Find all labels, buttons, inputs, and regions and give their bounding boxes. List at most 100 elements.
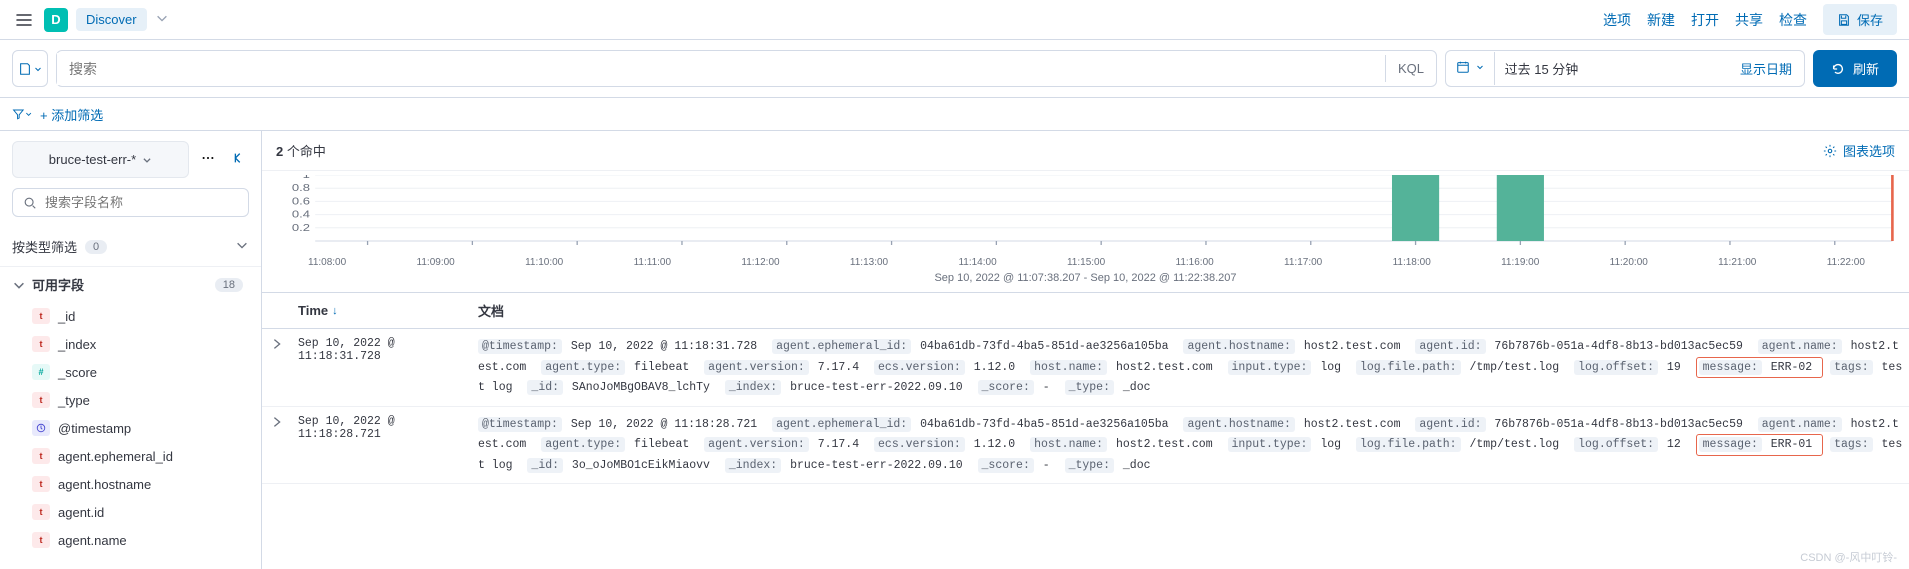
field-item[interactable]: t_index [0, 330, 261, 358]
field-item[interactable]: @timestamp [0, 414, 261, 442]
index-pattern-selector[interactable]: bruce-test-err-* [12, 141, 189, 178]
field-name: agent.ephemeral_id [58, 449, 173, 464]
share-link[interactable]: 共享 [1735, 10, 1763, 30]
histogram[interactable]: 0.20.40.60.81 11:08:0011:09:0011:10:0011… [262, 171, 1909, 292]
open-link[interactable]: 打开 [1691, 10, 1719, 30]
field-value: - [1036, 459, 1057, 472]
document-cell: @timestamp: Sep 10, 2022 @ 11:18:28.721 … [472, 407, 1909, 484]
options-link[interactable]: 选项 [1603, 10, 1631, 30]
field-value: /tmp/test.log [1463, 438, 1560, 451]
field-value: host2.test.com [1109, 361, 1213, 374]
message-highlight: message: ERR-01 [1696, 434, 1824, 456]
field-search-input[interactable] [45, 195, 238, 210]
field-item[interactable]: #_score [0, 358, 261, 386]
refresh-button[interactable]: 刷新 [1813, 50, 1897, 87]
menu-button[interactable] [12, 8, 36, 32]
expand-row-button[interactable] [262, 407, 292, 484]
field-key: _index: [725, 380, 781, 395]
field-name: _id [58, 309, 75, 324]
new-link[interactable]: 新建 [1647, 10, 1675, 30]
field-value: _doc [1116, 459, 1151, 472]
column-time-label: Time [298, 303, 328, 318]
field-key: agent.id: [1415, 417, 1485, 432]
time-cell: Sep 10, 2022 @ 11:18:31.728 [292, 329, 472, 406]
x-tick-label: 11:14:00 [958, 257, 996, 268]
available-fields-header[interactable]: 可用字段 18 [0, 267, 261, 302]
field-value: SAnoJoMBgOBAV8_lchTy [565, 381, 710, 394]
field-value: filebeat [627, 438, 689, 451]
field-type-token: # [32, 364, 50, 380]
field-key: tags: [1830, 437, 1873, 452]
add-filter-link[interactable]: + 添加筛选 [40, 105, 103, 124]
field-item[interactable]: t_type [0, 386, 261, 414]
document-cell: @timestamp: Sep 10, 2022 @ 11:18:31.728 … [472, 329, 1909, 406]
chart-options-button[interactable]: 图表选项 [1823, 141, 1895, 160]
main-layout: bruce-test-err-* 按类型筛选 0 可用字 [0, 131, 1909, 569]
field-key: host.name: [1030, 437, 1107, 452]
field-value: 76b7876b-051a-4df8-8b13-bd013ac5ec59 [1488, 418, 1743, 431]
field-type-token: t [32, 532, 50, 548]
field-key: log.offset: [1574, 360, 1658, 375]
save-button[interactable]: 保存 [1823, 4, 1897, 35]
field-value: ERR-01 [1764, 438, 1812, 451]
x-tick-label: 11:21:00 [1718, 257, 1756, 268]
field-item[interactable]: tagent.ephemeral_id [0, 442, 261, 470]
field-value: log [1313, 361, 1341, 374]
field-value: 7.17.4 [811, 361, 859, 374]
discover-chip[interactable]: Discover [76, 8, 147, 31]
field-value: 04ba61db-73fd-4ba5-851d-ae3256a105ba [913, 340, 1168, 353]
field-item[interactable]: tagent.hostname [0, 470, 261, 498]
type-filter-row[interactable]: 按类型筛选 0 [0, 227, 261, 267]
x-tick-label: 11:10:00 [525, 257, 563, 268]
chevron-down-icon[interactable] [155, 11, 169, 28]
field-value: bruce-test-err-2022.09.10 [783, 381, 962, 394]
expand-row-button[interactable] [262, 329, 292, 406]
results: 2 个命中 图表选项 0.20.40.60.81 11:08:0011:09:0… [262, 131, 1909, 569]
x-tick-label: 11:15:00 [1067, 257, 1105, 268]
date-picker[interactable]: 过去 15 分钟 显示日期 [1445, 50, 1805, 87]
field-value: Sep 10, 2022 @ 11:18:31.728 [564, 340, 757, 353]
field-value: 3o_oJoMBO1cEikMiaovv [565, 459, 710, 472]
field-item[interactable]: tagent.name [0, 526, 261, 554]
field-value: host2.test.com [1297, 418, 1401, 431]
search-input[interactable] [57, 53, 1385, 85]
field-key: agent.id: [1415, 339, 1485, 354]
sidebar-more-button[interactable] [197, 147, 219, 172]
kql-toggle[interactable]: KQL [1385, 55, 1436, 82]
field-value: 7.17.4 [811, 438, 859, 451]
field-name: agent.id [58, 505, 104, 520]
field-value: 76b7876b-051a-4df8-8b13-bd013ac5ec59 [1488, 340, 1743, 353]
svg-text:0.4: 0.4 [292, 209, 311, 220]
field-list: t_idt_index#_scoret_type@timestamptagent… [0, 302, 261, 554]
field-type-token: t [32, 504, 50, 520]
field-key: agent.version: [704, 360, 809, 375]
results-header: 2 个命中 图表选项 [262, 131, 1909, 171]
table-row: Sep 10, 2022 @ 11:18:31.728@timestamp: S… [262, 329, 1909, 407]
field-key: message: [1699, 360, 1762, 375]
field-key: ecs.version: [874, 437, 965, 452]
field-item[interactable]: t agent.id [0, 498, 261, 526]
svg-text:0.2: 0.2 [292, 222, 310, 233]
saved-query-button[interactable] [12, 50, 48, 87]
x-tick-label: 11:20:00 [1610, 257, 1648, 268]
field-key: input.type: [1228, 360, 1312, 375]
sort-desc-icon: ↓ [332, 305, 338, 317]
field-value: filebeat [627, 361, 689, 374]
field-item[interactable]: t_id [0, 302, 261, 330]
gear-icon [1823, 144, 1837, 158]
show-dates-link[interactable]: 显示日期 [1728, 51, 1804, 86]
column-document[interactable]: 文档 [472, 293, 1909, 328]
sidebar-collapse-button[interactable] [227, 147, 249, 172]
field-key: host.name: [1030, 360, 1107, 375]
inspect-link[interactable]: 检查 [1779, 10, 1807, 30]
sidebar: bruce-test-err-* 按类型筛选 0 可用字 [0, 131, 262, 569]
filter-icon[interactable] [12, 104, 32, 124]
field-key: _type: [1065, 380, 1114, 395]
x-tick-label: 11:09:00 [417, 257, 455, 268]
x-tick-label: 11:18:00 [1393, 257, 1431, 268]
date-range-text: 过去 15 分钟 [1495, 51, 1728, 86]
x-tick-label: 11:16:00 [1176, 257, 1214, 268]
column-time[interactable]: Time ↓ [292, 293, 472, 328]
field-key: ecs.version: [874, 360, 965, 375]
field-value: 12 [1660, 438, 1681, 451]
